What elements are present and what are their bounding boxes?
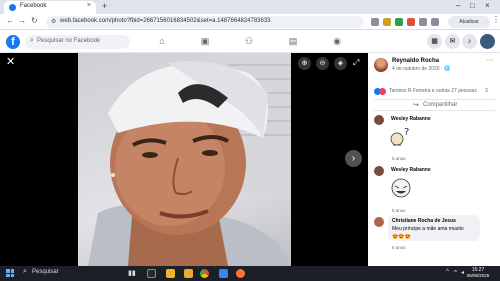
back-icon[interactable]: ← [6, 16, 14, 25]
reactions-text: Tamires R Ferreira e outras 27 pessoas [389, 88, 477, 94]
svg-text:?: ? [404, 127, 409, 138]
comment-count[interactable]: 3 [485, 88, 488, 94]
tab-title: Facebook [20, 3, 47, 9]
extension-icon[interactable] [371, 18, 379, 26]
watch-icon[interactable]: ▣ [199, 36, 211, 48]
tab-close-button[interactable]: × [87, 2, 91, 9]
tag-icon[interactable]: ◈ [334, 57, 347, 70]
edge-icon[interactable] [219, 269, 228, 278]
comment-emojis: 😍😍😍 [392, 234, 411, 240]
start-button[interactable] [6, 269, 14, 277]
commenter-name[interactable]: Wesley Rabanne [391, 167, 431, 173]
browser-tab-strip: Facebook × + – □ × [0, 0, 500, 14]
maximize-button[interactable]: □ [470, 1, 475, 10]
facebook-header: f ⌕ Pesquisar no Facebook ⌂ ▣ ⚇ ▤ ◉ ▦ ✉ … [0, 31, 500, 53]
search-icon[interactable]: ⌕ [23, 268, 27, 276]
url-field[interactable]: ⚙ web.facebook.com/photo?fbid=2667156016… [46, 16, 364, 28]
taskbar: ⌕ Pesquisar ▮▮ ^ ≈ ◂ 15:27 06/05/2026 [0, 266, 500, 281]
gaming-icon[interactable]: ◉ [331, 36, 343, 48]
close-window-button[interactable]: × [485, 1, 490, 10]
browser-menu-icon[interactable]: ⋮ [492, 15, 500, 24]
author-avatar[interactable] [374, 58, 388, 72]
file-explorer-icon[interactable] [184, 269, 193, 278]
facebook-favicon-icon [9, 4, 16, 11]
next-photo-button[interactable]: › [345, 150, 362, 167]
clock-date[interactable]: 06/05/2026 [463, 273, 493, 278]
extension-icon[interactable] [383, 18, 391, 26]
messenger-icon[interactable]: ✉ [445, 34, 460, 49]
comment-time[interactable]: 5 anos [392, 156, 406, 161]
reactions-summary[interactable]: Tamires R Ferreira e outras 27 pessoas 3 [374, 87, 495, 97]
search-placeholder: Pesquisar no Facebook [37, 38, 101, 44]
photo-viewer: ✕ ⊕ ⊖ ◈ ⤢ › [0, 53, 368, 266]
author-name[interactable]: Reynaldo Rocha [392, 58, 439, 64]
search-icon: ⌕ [30, 37, 34, 44]
commenter-name[interactable]: Wesley Rabanne [391, 116, 431, 122]
notifications-icon[interactable]: ♪ [462, 34, 477, 49]
site-info-icon[interactable]: ⚙ [51, 18, 56, 25]
photo-image [88, 53, 291, 266]
extension-icon[interactable] [419, 18, 427, 26]
update-browser-button[interactable]: Atualizar [448, 16, 490, 28]
forward-icon[interactable]: → [18, 16, 26, 25]
terminal-icon[interactable] [147, 269, 156, 278]
new-tab-button[interactable]: + [102, 1, 107, 11]
share-button[interactable]: ↪ Compartilhar [374, 99, 495, 111]
facebook-logo[interactable]: f [6, 35, 20, 49]
firefox-icon[interactable] [236, 269, 245, 278]
taskbar-search[interactable]: Pesquisar [32, 269, 59, 275]
tray-chevron-icon[interactable]: ^ [446, 269, 449, 275]
minimize-button[interactable]: – [456, 1, 460, 10]
love-reaction-icon [379, 88, 386, 95]
facebook-search-input[interactable]: ⌕ Pesquisar no Facebook [25, 35, 130, 49]
marketplace-icon[interactable]: ▤ [287, 36, 299, 48]
post-photo [78, 53, 291, 266]
zoom-in-icon[interactable]: ⊕ [298, 57, 311, 70]
home-icon[interactable]: ⌂ [156, 36, 168, 48]
address-bar-row: ← → ↻ ⚙ web.facebook.com/photo?fbid=2667… [0, 14, 500, 30]
question-sticker: ? [390, 127, 409, 146]
wifi-icon[interactable]: ≈ [454, 269, 457, 275]
more-options-icon[interactable]: ··· [486, 57, 493, 64]
task-view-icon[interactable]: ▮▮ [128, 269, 137, 278]
comment-time[interactable]: 5 anos [392, 208, 406, 213]
close-viewer-button[interactable]: ✕ [6, 55, 15, 68]
comment-time[interactable]: 5 anos [392, 245, 406, 250]
commenter-avatar[interactable] [374, 166, 384, 176]
fullscreen-icon[interactable]: ⤢ [353, 58, 359, 68]
extension-icon[interactable] [431, 18, 439, 26]
vlc-icon[interactable] [166, 269, 175, 278]
extension-icon[interactable] [407, 18, 415, 26]
browser-tab[interactable]: Facebook × [4, 1, 96, 14]
post-date[interactable]: 4 de outubro de 2020 · 🌐 [392, 66, 450, 72]
share-label: Compartilhar [423, 102, 458, 108]
menu-icon[interactable]: ▦ [427, 34, 442, 49]
post-details-pane: Reynaldo Rocha 4 de outubro de 2020 · 🌐 … [369, 53, 500, 266]
extension-icon[interactable] [395, 18, 403, 26]
chrome-icon[interactable] [200, 269, 209, 278]
comment-text: Meu príncipe a mãe ama muuito [392, 226, 464, 232]
reload-icon[interactable]: ↻ [31, 16, 38, 25]
profile-avatar[interactable] [480, 34, 495, 49]
commenter-avatar[interactable] [374, 115, 384, 125]
laughing-sticker [391, 178, 411, 198]
friends-icon[interactable]: ⚇ [243, 36, 255, 48]
commenter-avatar[interactable] [374, 217, 384, 227]
share-icon: ↪ [413, 102, 419, 109]
zoom-out-icon[interactable]: ⊖ [316, 57, 329, 70]
url-text: web.facebook.com/photo?fbid=266715601683… [60, 18, 271, 24]
commenter-name[interactable]: Christiane Rocha de Jesus [392, 218, 456, 224]
